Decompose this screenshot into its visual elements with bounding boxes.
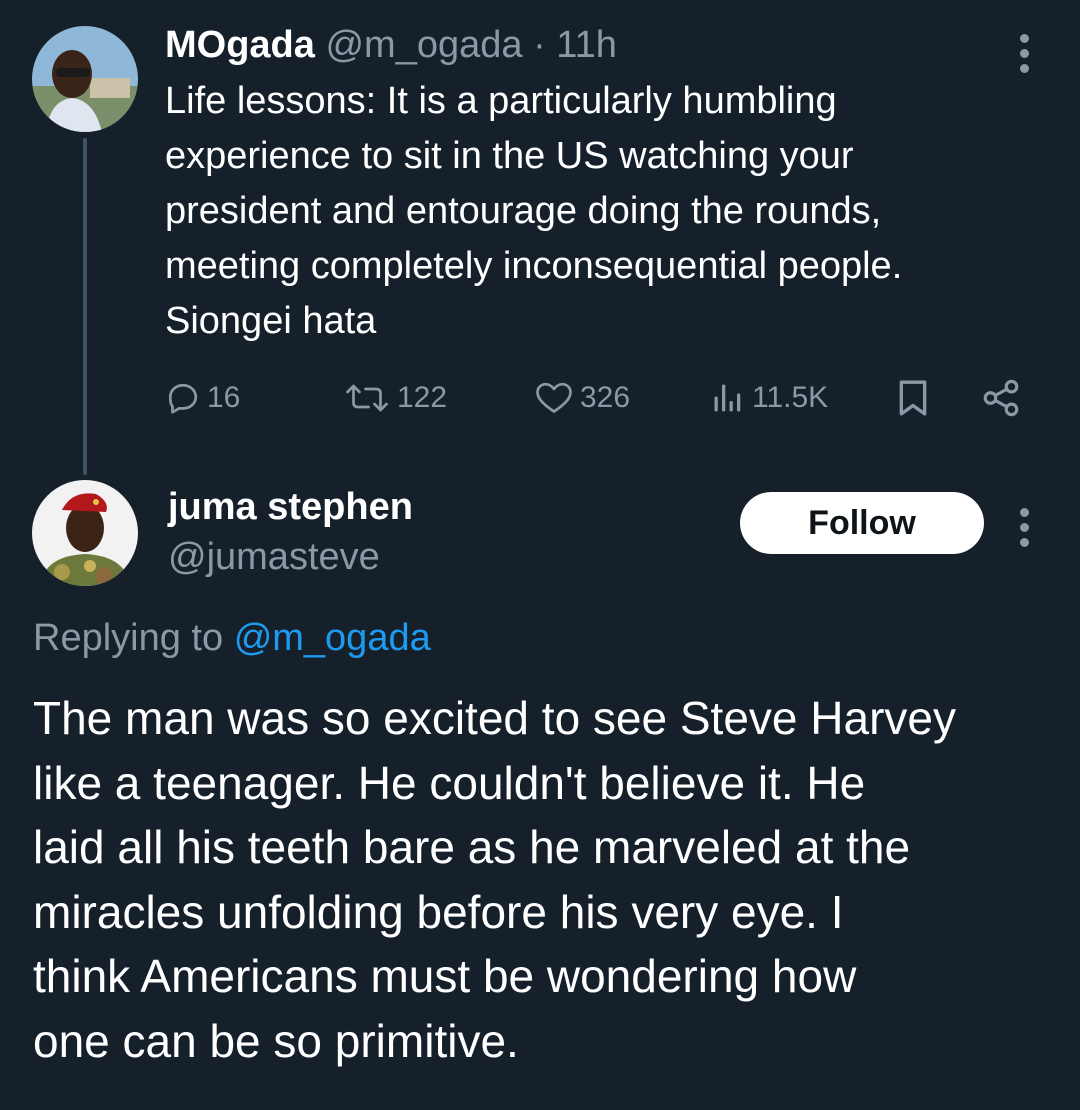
views-count: 11.5K (752, 381, 829, 414)
heart-icon (536, 382, 572, 413)
retweet-button[interactable]: 122 (343, 372, 447, 424)
timestamp[interactable]: 11h (556, 24, 617, 66)
replying-to: Replying to @m_ogada (33, 612, 431, 664)
bookmark-icon (899, 380, 927, 416)
avatar[interactable] (32, 480, 138, 586)
tweet-text: The man was so excited to see Steve Harv… (33, 692, 956, 1067)
mention-link[interactable]: @m_ogada (234, 617, 431, 659)
views-icon (714, 384, 741, 412)
more-vertical-icon[interactable] (1019, 34, 1031, 79)
retweet-count: 122 (397, 381, 448, 414)
tweet-header: MOgada @m_ogada · 11h (165, 20, 617, 70)
tweet-text: Life lessons: It is a particularly humbl… (165, 80, 903, 342)
display-name[interactable]: MOgada (165, 24, 315, 66)
reply-count: 16 (207, 381, 241, 414)
display-name[interactable]: juma stephen (168, 482, 413, 532)
share-button[interactable] (980, 372, 1022, 424)
reply-icon (168, 383, 198, 414)
replying-to-label: Replying to (33, 617, 224, 659)
separator-dot: · (533, 24, 546, 66)
retweet-icon (346, 384, 388, 412)
like-count: 326 (580, 381, 631, 414)
like-button[interactable]: 326 (534, 372, 630, 424)
user-handle[interactable]: @m_ogada (325, 24, 522, 66)
reply-button[interactable]: 16 (165, 372, 240, 424)
bookmark-button[interactable] (893, 372, 933, 424)
views-button[interactable]: 11.5K (710, 372, 828, 424)
avatar[interactable] (32, 26, 138, 132)
follow-button[interactable]: Follow (740, 492, 984, 554)
thread-connector-line (83, 138, 87, 475)
share-icon (983, 379, 1019, 417)
more-vertical-icon[interactable] (1019, 508, 1031, 553)
user-handle[interactable]: @jumasteve (168, 532, 380, 582)
